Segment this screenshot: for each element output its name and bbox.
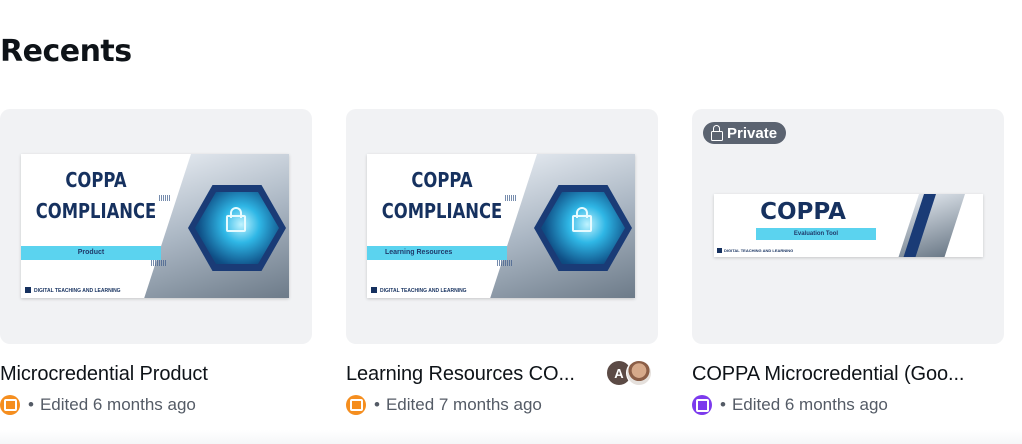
design-thumbnail[interactable]: Private COPPA Evaluation Tool DIGITAL TE… — [692, 109, 1004, 344]
doc-footer: DIGITAL TEACHING AND LEARNING — [717, 248, 793, 253]
design-meta: • Edited 7 months ago — [346, 395, 542, 415]
lock-icon — [711, 124, 723, 141]
slide-dot-pattern — [505, 195, 517, 201]
doc-preview: COPPA Evaluation Tool DIGITAL TEACHING A… — [714, 194, 983, 257]
slide-subtitle-bar: Product — [21, 246, 161, 260]
slide-title-line2: COMPLIANCE — [35, 199, 157, 223]
design-meta: • Edited 6 months ago — [0, 395, 196, 415]
padlock-icon — [226, 207, 246, 232]
slide-title-line2: COMPLIANCE — [381, 199, 503, 223]
slide-footer-text: DIGITAL TEACHING AND LEARNING — [34, 288, 121, 294]
padlock-icon — [572, 207, 592, 232]
design-card[interactable]: Private COPPA Evaluation Tool DIGITAL TE… — [692, 109, 1004, 415]
section-title: Recents — [0, 34, 132, 69]
slide-dot-pattern — [159, 195, 171, 201]
private-badge-label: Private — [727, 124, 778, 142]
edited-time: Edited 7 months ago — [385, 395, 542, 414]
design-title[interactable]: Learning Resources CO... — [346, 363, 596, 386]
slide-footer: DIGITAL TEACHING AND LEARNING — [371, 287, 467, 294]
private-badge: Private — [703, 122, 787, 144]
design-thumbnail[interactable]: COPPA COMPLIANCE Learning Resources DIGI… — [346, 109, 658, 344]
slide-title-line1: COPPA — [65, 168, 127, 192]
slide-footer-text: DIGITAL TEACHING AND LEARNING — [380, 288, 467, 294]
design-card[interactable]: COPPA COMPLIANCE Learning Resources DIGI… — [346, 109, 658, 415]
design-title[interactable]: COPPA Microcredential (Goo... — [692, 363, 992, 386]
doc-footer-text: DIGITAL TEACHING AND LEARNING — [724, 248, 794, 253]
presentation-icon — [0, 395, 20, 415]
meta-separator: • — [28, 395, 34, 414]
avatar[interactable] — [626, 360, 652, 386]
slide-preview: COPPA COMPLIANCE Learning Resources DIGI… — [367, 154, 635, 298]
slide-title-line1: COPPA — [411, 168, 473, 192]
collaborator-avatars[interactable]: A — [606, 360, 656, 386]
edited-time: Edited 6 months ago — [39, 395, 196, 414]
meta-separator: • — [720, 395, 726, 414]
bottom-fade — [0, 430, 1022, 444]
design-title[interactable]: Microcredential Product — [0, 363, 300, 386]
presentation-icon — [346, 395, 366, 415]
doc-subtitle-bar: Evaluation Tool — [756, 228, 876, 240]
logo-icon — [25, 287, 31, 293]
doc-icon — [692, 395, 712, 415]
doc-title: COPPA — [760, 199, 846, 225]
meta-separator: • — [374, 395, 380, 414]
slide-footer: DIGITAL TEACHING AND LEARNING — [25, 287, 121, 294]
slide-dot-pattern — [151, 260, 167, 266]
edited-time: Edited 6 months ago — [731, 395, 888, 414]
logo-icon — [717, 248, 722, 253]
design-meta: • Edited 6 months ago — [692, 395, 888, 415]
slide-dot-pattern — [497, 260, 513, 266]
slide-preview: COPPA COMPLIANCE Product DIGITAL TEACHIN… — [21, 154, 289, 298]
design-thumbnail[interactable]: COPPA COMPLIANCE Product DIGITAL TEACHIN… — [0, 109, 312, 344]
design-card[interactable]: COPPA COMPLIANCE Product DIGITAL TEACHIN… — [0, 109, 312, 415]
logo-icon — [371, 287, 377, 293]
slide-subtitle-bar: Learning Resources — [367, 246, 507, 260]
